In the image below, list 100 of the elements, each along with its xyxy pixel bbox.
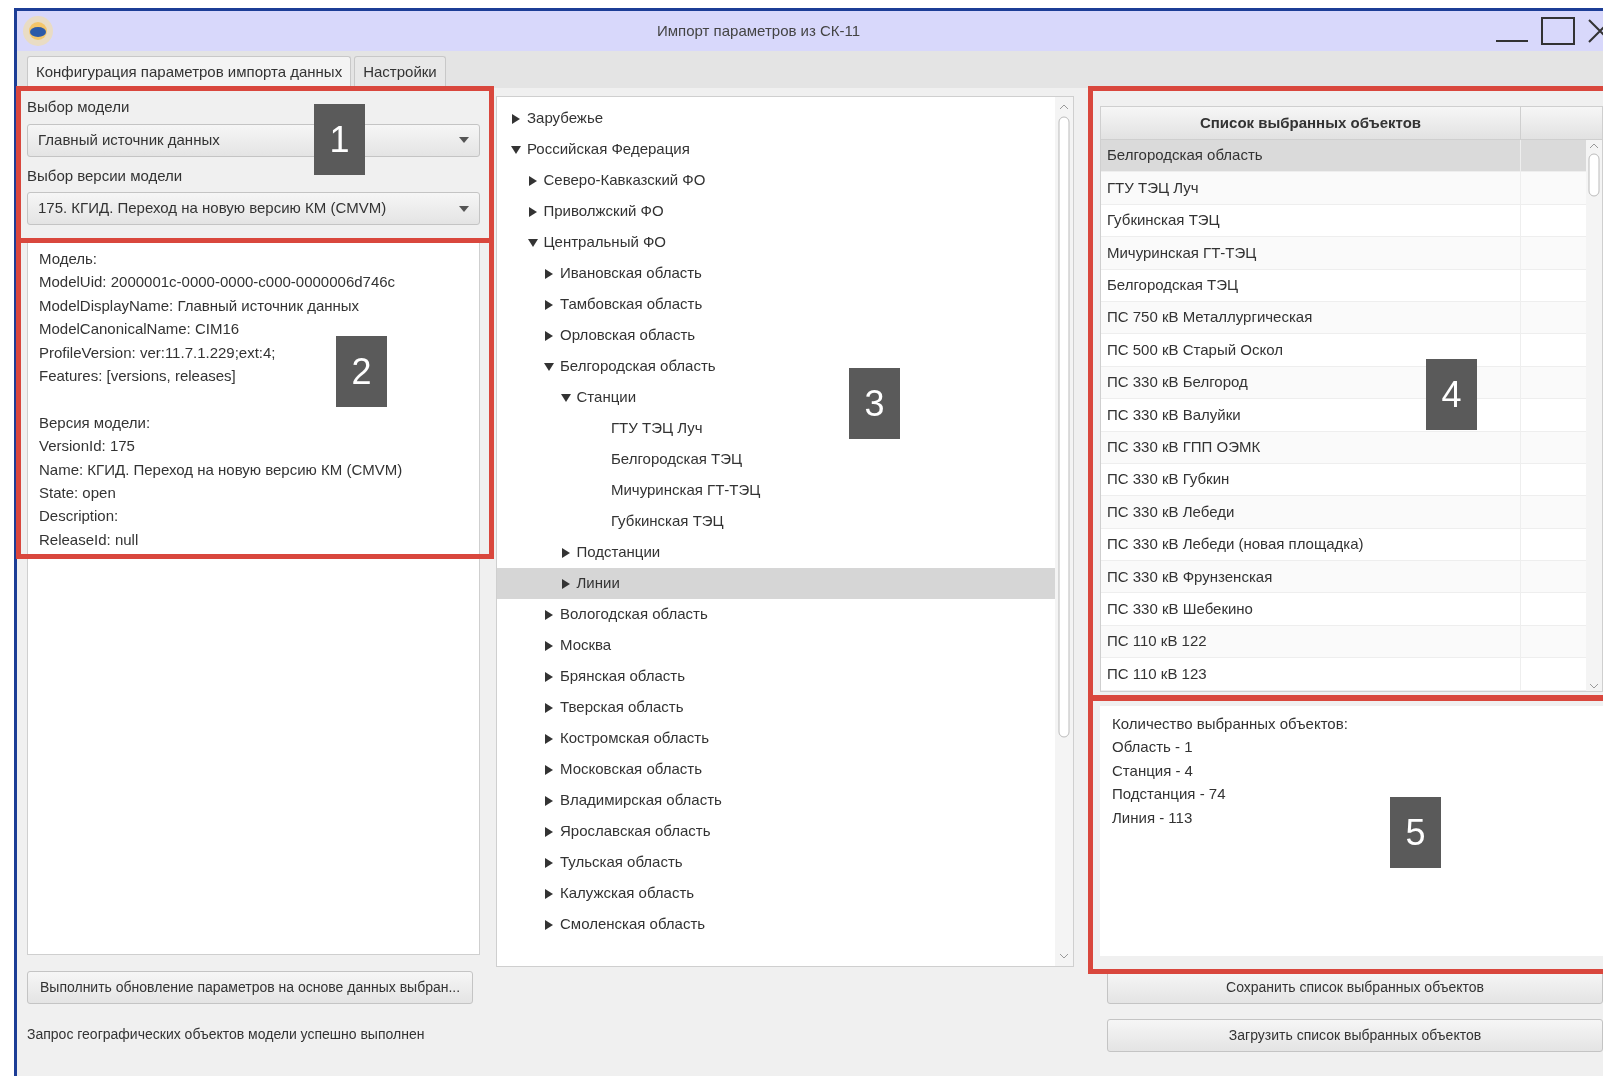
scrollbar[interactable] xyxy=(1055,97,1073,966)
collapsed-arrow-icon[interactable] xyxy=(544,640,554,651)
status-text: Запрос географических объектов модели успешно выполнен xyxy=(27,1025,426,1044)
table-cell: ПС 110 кВ 122 xyxy=(1101,625,1521,658)
collapsed-arrow-icon[interactable] xyxy=(544,919,554,930)
collapsed-arrow-icon[interactable] xyxy=(544,702,554,713)
tab[interactable]: Конфигурация параметров импорта данных xyxy=(27,56,352,88)
app-logo-icon xyxy=(21,14,55,48)
tree-label[interactable]: Станции xyxy=(576,386,636,409)
field-label: Выбор версии модели xyxy=(27,165,184,186)
info-line: ProfileVersion: ver:11.7.1.229;ext:4; xyxy=(39,342,276,363)
table-cell: ПС 750 кВ Металлургическая xyxy=(1101,301,1521,334)
tree-label[interactable]: Ивановская область xyxy=(560,262,702,285)
tree-label[interactable]: Смоленская область xyxy=(560,913,706,936)
tree-label[interactable]: Костромская область xyxy=(560,727,709,750)
collapsed-arrow-icon[interactable] xyxy=(527,175,538,186)
count-line: Количество выбранных объектов: xyxy=(1112,714,1349,734)
expanded-arrow-icon[interactable] xyxy=(544,361,554,372)
collapsed-arrow-icon[interactable] xyxy=(544,671,554,682)
load-list-button[interactable]: Загрузить список выбранных объектов xyxy=(1107,1019,1603,1052)
table-cell: Губкинская ТЭЦ xyxy=(1101,204,1521,237)
tree-label[interactable]: Линии xyxy=(576,572,620,595)
tree-label[interactable]: Губкинская ТЭЦ xyxy=(611,510,724,533)
window-title: Импорт параметров из СК-11 xyxy=(657,20,861,41)
maximize-icon[interactable] xyxy=(1541,17,1575,45)
tree-label[interactable]: ГТУ ТЭЦ Луч xyxy=(611,417,703,440)
expanded-arrow-icon[interactable] xyxy=(527,237,538,248)
table-row[interactable]: Мичуринская ГТ-ТЭЦ xyxy=(1101,237,1586,270)
close-icon[interactable] xyxy=(1587,18,1603,44)
table-row[interactable]: Губкинская ТЭЦ xyxy=(1101,204,1586,238)
tree-label[interactable]: Тульская область xyxy=(560,851,683,874)
tree-label[interactable]: Тверская область xyxy=(560,696,684,719)
table-row[interactable]: Белгородская область xyxy=(1101,140,1586,173)
count-line: Станция - 4 xyxy=(1112,760,1194,781)
table-row[interactable]: ПС 500 кВ Старый Оскол xyxy=(1101,334,1586,367)
tree-label[interactable]: Белгородская область xyxy=(560,355,716,378)
table-row[interactable]: ПС 750 кВ Металлургическая xyxy=(1101,301,1586,335)
dropdown[interactable]: 175. КГИД. Переход на новую версию КМ (CMVM) xyxy=(27,192,480,225)
expanded-arrow-icon[interactable] xyxy=(511,144,521,155)
annotation-number: 1 xyxy=(314,104,365,175)
table-cell: Белгородская область xyxy=(1101,140,1521,172)
table-row[interactable]: Белгородская ТЭЦ xyxy=(1101,269,1586,302)
info-line: Версия модели: xyxy=(39,412,151,433)
tree-label[interactable]: Мичуринская ГТ-ТЭЦ xyxy=(611,479,761,502)
field-label: Выбор модели xyxy=(27,97,131,117)
tree-label[interactable]: Владимирская область xyxy=(560,789,722,812)
table-row[interactable]: ГТУ ТЭЦ Луч xyxy=(1101,172,1586,205)
collapsed-arrow-icon[interactable] xyxy=(544,609,554,620)
collapsed-arrow-icon[interactable] xyxy=(544,857,554,868)
table-row[interactable]: ПС 330 кВ Шебекино xyxy=(1101,593,1586,626)
table-row[interactable]: ПС 330 кВ Губкин xyxy=(1101,463,1586,497)
collapsed-arrow-icon[interactable] xyxy=(560,547,571,558)
info-line: ModelUid: 2000001c-0000-0000-c000-0000006d746c xyxy=(39,272,396,293)
info-line: Description: xyxy=(39,506,119,527)
collapsed-arrow-icon[interactable] xyxy=(544,826,554,837)
tree-label[interactable]: Вологодская область xyxy=(560,603,708,626)
tree-label[interactable]: Белгородская ТЭЦ xyxy=(611,448,743,471)
table-cell: ПС 330 кВ Фрунзенская xyxy=(1101,561,1521,593)
collapsed-arrow-icon[interactable] xyxy=(527,206,538,217)
collapsed-arrow-icon[interactable] xyxy=(544,330,554,341)
table-row[interactable]: ПС 330 кВ ГПП ОЭМК xyxy=(1101,431,1586,464)
collapsed-arrow-icon[interactable] xyxy=(511,113,521,124)
collapsed-arrow-icon[interactable] xyxy=(560,578,571,589)
tree-label[interactable]: Зарубежье xyxy=(527,107,604,130)
tree-label[interactable]: Тамбовская область xyxy=(560,293,703,316)
collapsed-arrow-icon[interactable] xyxy=(544,764,554,775)
tree-label[interactable]: Калужская область xyxy=(560,882,695,905)
tree-label[interactable]: Москва xyxy=(560,634,612,657)
info-line: ModelCanonicalName: CIM16 xyxy=(39,319,240,340)
table-row[interactable]: ПС 110 кВ 123 xyxy=(1101,658,1586,691)
collapsed-arrow-icon[interactable] xyxy=(544,268,554,279)
tree-label[interactable]: Московская область xyxy=(560,758,702,781)
table-cell: Белгородская ТЭЦ xyxy=(1101,269,1521,301)
tree-label[interactable]: Брянская область xyxy=(560,665,685,688)
expanded-arrow-icon[interactable] xyxy=(560,392,571,403)
table-row[interactable]: ПС 110 кВ 122 xyxy=(1101,625,1586,659)
tree-label[interactable]: Ярославская область xyxy=(560,820,711,843)
table-cell: ПС 330 кВ Лебеди xyxy=(1101,496,1521,528)
collapsed-arrow-icon[interactable] xyxy=(544,795,554,806)
tree-label[interactable]: Орловская область xyxy=(560,324,696,347)
count-line: Линия - 113 xyxy=(1112,807,1194,828)
scrollbar[interactable] xyxy=(1586,140,1602,691)
update-button[interactable]: Выполнить обновление параметров на основе данных выбран... xyxy=(27,971,474,1004)
tree-label[interactable]: Подстанции xyxy=(576,541,661,564)
tree-label[interactable]: Приволжский ФО xyxy=(543,200,664,223)
collapsed-arrow-icon[interactable] xyxy=(544,888,554,899)
tree-label[interactable]: Российская Федерация xyxy=(527,138,690,161)
collapsed-arrow-icon[interactable] xyxy=(544,733,554,744)
annotation-number: 3 xyxy=(849,368,900,439)
table-row[interactable]: ПС 330 кВ Фрунзенская xyxy=(1101,561,1586,594)
tree-label[interactable]: Северо-Кавказский ФО xyxy=(543,169,706,192)
tab[interactable]: Настройки xyxy=(354,56,446,88)
table-row[interactable]: ПС 330 кВ Лебеди xyxy=(1101,496,1586,529)
collapsed-arrow-icon[interactable] xyxy=(544,299,554,310)
info-line: ReleaseId: null xyxy=(39,529,139,550)
count-line: Подстанция - 74 xyxy=(1112,784,1227,805)
tree-label[interactable]: Центральный ФО xyxy=(543,231,667,254)
table-cell: ПС 330 кВ Губкин xyxy=(1101,463,1521,496)
dropdown-caret-icon xyxy=(459,205,469,212)
table-row[interactable]: ПС 330 кВ Лебеди (новая площадка) xyxy=(1101,528,1586,562)
